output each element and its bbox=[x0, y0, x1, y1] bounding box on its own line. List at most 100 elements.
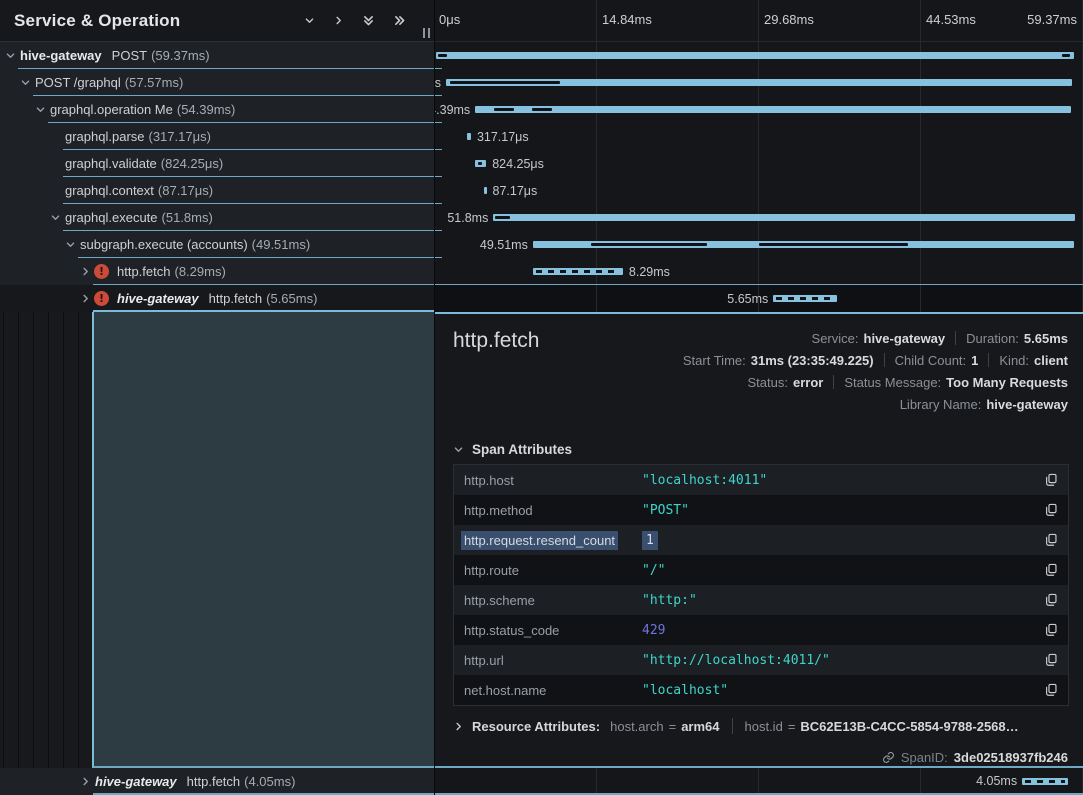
resource-equals: = bbox=[788, 719, 796, 734]
copy-icon[interactable] bbox=[1044, 533, 1058, 547]
span-tree-row[interactable]: hive-gatewayhttp.fetch(4.05ms) bbox=[0, 768, 434, 795]
attribute-value[interactable]: "localhost" bbox=[642, 683, 1044, 698]
span-tree-row[interactable]: graphql.operation Me(54.39ms) bbox=[0, 96, 434, 123]
meta-label: Kind: bbox=[999, 353, 1029, 368]
collapse-children-icon[interactable] bbox=[333, 15, 344, 26]
detail-left-region bbox=[0, 312, 434, 768]
attribute-key[interactable]: net.host.name bbox=[464, 683, 642, 698]
meta-value: error bbox=[793, 375, 823, 390]
expand-all-icon[interactable] bbox=[362, 14, 375, 27]
chevron-down-icon[interactable] bbox=[4, 50, 17, 61]
timeline-panel: 0μs14.84ms29.68ms44.53ms59.37ms 59.37ms 5… bbox=[435, 0, 1083, 795]
timeline-span-row[interactable]: 8.29ms bbox=[435, 258, 1083, 285]
collapse-all-icon[interactable] bbox=[393, 14, 406, 27]
span-bar[interactable] bbox=[533, 268, 623, 275]
span-duration: (824.25μs) bbox=[161, 156, 223, 171]
span-bar[interactable] bbox=[467, 133, 471, 140]
span-attributes-header[interactable]: Span Attributes bbox=[453, 442, 572, 457]
chevron-right-icon[interactable] bbox=[79, 266, 92, 277]
attribute-value[interactable]: "POST" bbox=[642, 503, 1044, 518]
attribute-value[interactable]: "localhost:4011" bbox=[642, 473, 1044, 488]
attribute-key[interactable]: http.scheme bbox=[464, 593, 642, 608]
copy-icon[interactable] bbox=[1044, 503, 1058, 517]
span-detail-title: http.fetch bbox=[453, 329, 539, 353]
panel-resize-handle[interactable] bbox=[423, 28, 430, 38]
timeline-span-row[interactable]: 317.17μs bbox=[435, 123, 1083, 150]
attribute-value[interactable]: "http:" bbox=[642, 593, 1044, 608]
span-attributes-title: Span Attributes bbox=[472, 442, 572, 457]
chevron-right-icon[interactable] bbox=[79, 293, 92, 304]
timeline-span-row[interactable]: 57.57ms bbox=[435, 69, 1083, 96]
timeline-span-row[interactable]: 824.25μs bbox=[435, 150, 1083, 177]
link-icon[interactable] bbox=[882, 751, 895, 764]
resource-attributes-row[interactable]: Resource Attributes: host.arch=arm64host… bbox=[453, 718, 1019, 734]
copy-icon[interactable] bbox=[1044, 623, 1058, 637]
chevron-down-icon[interactable] bbox=[19, 77, 32, 88]
attribute-row: http.host"localhost:4011" bbox=[454, 465, 1068, 495]
attribute-value[interactable]: "/" bbox=[642, 563, 1044, 578]
timeline-header: 0μs14.84ms29.68ms44.53ms59.37ms bbox=[435, 0, 1083, 42]
attribute-row: http.request.resend_count1 bbox=[454, 525, 1068, 555]
meta-label: Child Count: bbox=[895, 353, 967, 368]
meta-separator bbox=[833, 375, 834, 389]
meta-value: hive-gateway bbox=[864, 331, 946, 346]
attribute-key[interactable]: http.status_code bbox=[464, 623, 642, 638]
span-bar-mark bbox=[495, 216, 510, 219]
span-id-label: SpanID: bbox=[901, 750, 948, 765]
span-bar-mark bbox=[532, 108, 552, 111]
attribute-value[interactable]: 429 bbox=[642, 623, 1044, 638]
chevron-down-icon[interactable] bbox=[64, 239, 77, 250]
span-tree-row[interactable]: !http.fetch(8.29ms) bbox=[0, 258, 434, 285]
trace-viewer: Service & Operation hive-gatewayPOST(59.… bbox=[0, 0, 1083, 795]
copy-icon[interactable] bbox=[1044, 593, 1058, 607]
attribute-key[interactable]: http.url bbox=[464, 653, 642, 668]
panel-divider[interactable] bbox=[434, 0, 435, 795]
span-duration-label: 8.29ms bbox=[629, 265, 670, 279]
chevron-right-icon[interactable] bbox=[79, 776, 92, 787]
span-id-row: SpanID: 3de02518937fb246 bbox=[882, 750, 1068, 765]
meta-value: client bbox=[1034, 353, 1068, 368]
timeline-span-row[interactable]: 49.51ms bbox=[435, 231, 1083, 258]
meta-label: Duration: bbox=[966, 331, 1019, 346]
span-tree-row[interactable]: graphql.validate(824.25μs) bbox=[0, 150, 434, 177]
span-operation-name: subgraph.execute (accounts) bbox=[80, 237, 248, 252]
span-tree-row[interactable]: !hive-gatewayhttp.fetch(5.65ms) bbox=[0, 285, 434, 312]
span-bar[interactable] bbox=[475, 106, 1071, 113]
span-tree-row[interactable]: subgraph.execute (accounts)(49.51ms) bbox=[0, 231, 434, 258]
span-tree-row[interactable]: graphql.execute(51.8ms) bbox=[0, 204, 434, 231]
attribute-value[interactable]: "http://localhost:4011/" bbox=[642, 653, 1044, 668]
span-bar[interactable] bbox=[1022, 778, 1068, 785]
span-bar[interactable] bbox=[773, 295, 837, 302]
attribute-key[interactable]: http.route bbox=[464, 563, 642, 578]
timeline-span-row[interactable]: 54.39ms bbox=[435, 96, 1083, 123]
span-bar[interactable] bbox=[484, 187, 486, 194]
attribute-key[interactable]: http.request.resend_count bbox=[464, 533, 642, 548]
timeline-span-row[interactable]: 4.05ms bbox=[435, 768, 1083, 793]
span-tree-row[interactable]: graphql.parse(317.17μs) bbox=[0, 123, 434, 150]
timeline-span-row[interactable]: 59.37ms bbox=[435, 42, 1083, 69]
span-duration: (5.65ms) bbox=[266, 291, 317, 306]
span-tree-row[interactable]: graphql.context(87.17μs) bbox=[0, 177, 434, 204]
attribute-value[interactable]: 1 bbox=[642, 533, 1044, 548]
timeline-span-row[interactable]: 51.8ms bbox=[435, 204, 1083, 231]
expand-children-icon[interactable] bbox=[304, 15, 315, 26]
span-duration-label: 57.57ms bbox=[435, 76, 441, 90]
attribute-key[interactable]: http.method bbox=[464, 503, 642, 518]
timeline-span-row[interactable]: 5.65ms bbox=[435, 285, 1083, 312]
chevron-down-icon[interactable] bbox=[34, 104, 47, 115]
span-meta-line: Library Name:hive-gateway bbox=[683, 393, 1068, 415]
copy-icon[interactable] bbox=[1044, 563, 1058, 577]
span-bar[interactable] bbox=[436, 52, 1074, 59]
attribute-row: http.url"http://localhost:4011/" bbox=[454, 645, 1068, 675]
attribute-key[interactable]: http.host bbox=[464, 473, 642, 488]
copy-icon[interactable] bbox=[1044, 653, 1058, 667]
copy-icon[interactable] bbox=[1044, 473, 1058, 487]
chevron-down-icon[interactable] bbox=[49, 212, 62, 223]
span-tree-row[interactable]: hive-gatewayPOST(59.37ms) bbox=[0, 42, 434, 69]
attribute-row: http.method"POST" bbox=[454, 495, 1068, 525]
span-duration: (54.39ms) bbox=[177, 102, 236, 117]
span-tree-row[interactable]: POST /graphql(57.57ms) bbox=[0, 69, 434, 96]
timeline-span-row[interactable]: 87.17μs bbox=[435, 177, 1083, 204]
span-bar[interactable] bbox=[493, 214, 1074, 221]
copy-icon[interactable] bbox=[1044, 683, 1058, 697]
